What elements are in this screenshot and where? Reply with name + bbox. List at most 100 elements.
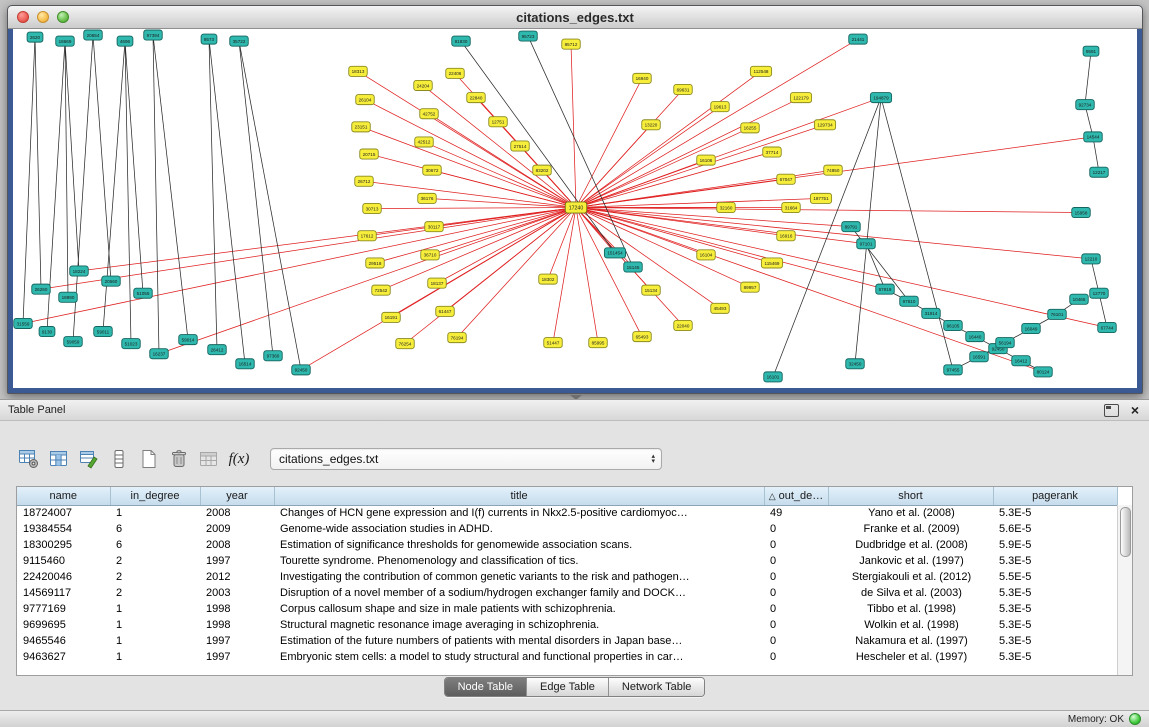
graph-edge[interactable] bbox=[576, 207, 1081, 212]
graph-node[interactable]: 92734 bbox=[1076, 100, 1095, 110]
graph-node[interactable]: 74850 bbox=[824, 165, 843, 175]
graph-node[interactable]: 12217 bbox=[1090, 167, 1109, 177]
graph-node[interactable]: 51055 bbox=[134, 288, 153, 298]
close-panel-icon[interactable]: × bbox=[1131, 403, 1139, 417]
graph-node[interactable]: 26412 bbox=[208, 345, 227, 355]
graph-node[interactable]: 16049 bbox=[1022, 323, 1041, 333]
cell-out_degree[interactable]: 0 bbox=[764, 537, 828, 553]
cell-pagerank[interactable]: 5.3E-5 bbox=[993, 553, 1117, 569]
graph-edge[interactable] bbox=[528, 36, 633, 267]
cell-year[interactable]: 1997 bbox=[200, 649, 274, 665]
cell-year[interactable]: 1997 bbox=[200, 633, 274, 649]
graph-edge[interactable] bbox=[239, 41, 301, 370]
graph-node[interactable]: 37714 bbox=[763, 147, 782, 157]
graph-node[interactable]: 22840 bbox=[467, 93, 486, 103]
graph-edge[interactable] bbox=[445, 207, 576, 311]
graph-node[interactable]: 9591 bbox=[1083, 46, 1099, 56]
graph-edge[interactable] bbox=[23, 37, 35, 323]
graph-node[interactable]: 16514 bbox=[236, 359, 255, 369]
graph-node[interactable]: 76101 bbox=[1048, 309, 1067, 319]
graph-node[interactable]: 97101 bbox=[857, 239, 876, 249]
graph-edge[interactable] bbox=[571, 44, 576, 207]
cell-pagerank[interactable]: 5.6E-5 bbox=[993, 521, 1117, 537]
graph-node[interactable]: 115469 bbox=[761, 258, 782, 268]
row-height-button[interactable] bbox=[104, 445, 134, 473]
scrollbar-thumb[interactable] bbox=[1120, 507, 1131, 557]
graph-node[interactable]: 81830 bbox=[452, 36, 471, 46]
graph-node[interactable]: 20654 bbox=[84, 30, 103, 40]
graph-node[interactable]: 18302 bbox=[539, 274, 558, 284]
cell-name[interactable]: 9115460 bbox=[17, 553, 110, 569]
graph-node[interactable]: 23151 bbox=[352, 122, 371, 132]
cell-out_degree[interactable]: 0 bbox=[764, 633, 828, 649]
graph-node[interactable]: 16916 bbox=[777, 231, 796, 241]
cell-pagerank[interactable]: 5.3E-5 bbox=[993, 505, 1117, 521]
graph-node[interactable]: 69631 bbox=[674, 84, 693, 94]
graph-node[interactable]: 65493 bbox=[633, 332, 652, 342]
graph-node[interactable]: 32450 bbox=[846, 359, 865, 369]
column-header-in-degree[interactable]: in_degree bbox=[110, 487, 200, 505]
cell-out_degree[interactable]: 0 bbox=[764, 569, 828, 585]
cell-in_degree[interactable]: 1 bbox=[110, 617, 200, 633]
graph-node[interactable]: 22040 bbox=[674, 320, 693, 330]
graph-node[interactable]: 18890 bbox=[59, 292, 78, 302]
cell-pagerank[interactable]: 5.3E-5 bbox=[993, 633, 1117, 649]
graph-node[interactable]: 15145 bbox=[624, 262, 643, 272]
graph-node[interactable]: 18669 bbox=[56, 36, 75, 46]
graph-node[interactable]: 16191 bbox=[382, 312, 401, 322]
column-header-pagerank[interactable]: pagerank bbox=[993, 487, 1117, 505]
graph-node[interactable]: 8573 bbox=[201, 34, 217, 44]
delete-table-button[interactable] bbox=[164, 445, 194, 473]
graph-node[interactable]: 32160 bbox=[717, 202, 736, 212]
cell-out_degree[interactable]: 0 bbox=[764, 585, 828, 601]
cell-short[interactable]: Stergiakouli et al. (2012) bbox=[828, 569, 993, 585]
graph-node[interactable]: 16255 bbox=[741, 123, 760, 133]
column-header-out-degree[interactable]: △out_de… bbox=[764, 487, 828, 505]
graph-node[interactable]: 12210 bbox=[1082, 254, 1101, 264]
graph-node[interactable]: 122179 bbox=[790, 93, 811, 103]
graph-node[interactable]: 31664 bbox=[782, 202, 801, 212]
graph-node[interactable]: 16591 bbox=[970, 352, 989, 362]
tab-network-table[interactable]: Network Table bbox=[608, 678, 705, 696]
graph-edge[interactable] bbox=[375, 207, 576, 262]
cell-short[interactable]: Hescheler et al. (1997) bbox=[828, 649, 993, 665]
graph-node[interactable]: 85712 bbox=[562, 39, 581, 49]
graph-edge[interactable] bbox=[41, 207, 576, 289]
cell-in_degree[interactable]: 2 bbox=[110, 569, 200, 585]
cell-year[interactable]: 1997 bbox=[200, 553, 274, 569]
cell-title[interactable]: Disruption of a novel member of a sodium… bbox=[274, 585, 764, 601]
graph-node[interactable]: 97394 bbox=[144, 30, 163, 40]
cell-name[interactable]: 18300295 bbox=[17, 537, 110, 553]
graph-node[interactable]: 27514 bbox=[511, 141, 530, 151]
cell-pagerank[interactable]: 5.3E-5 bbox=[993, 649, 1117, 665]
graph-node[interactable]: 151454 bbox=[604, 248, 625, 258]
table-row[interactable]: 946554611997Estimation of the future num… bbox=[17, 633, 1117, 649]
cell-pagerank[interactable]: 5.3E-5 bbox=[993, 585, 1117, 601]
graph-node[interactable]: 30713 bbox=[363, 203, 382, 213]
graph-node[interactable]: 187751 bbox=[810, 193, 831, 203]
graph-node[interactable]: 19613 bbox=[711, 102, 730, 112]
graph-node[interactable]: 16237 bbox=[150, 349, 169, 359]
cell-name[interactable]: 14569117 bbox=[17, 585, 110, 601]
graph-edge[interactable] bbox=[239, 41, 273, 356]
graph-node[interactable]: 35722 bbox=[230, 36, 249, 46]
edit-table-button[interactable] bbox=[74, 445, 104, 473]
graph-node[interactable]: 16104 bbox=[697, 250, 716, 260]
graph-node[interactable]: 97610 bbox=[900, 296, 919, 306]
cell-year[interactable]: 2008 bbox=[200, 537, 274, 553]
graph-node[interactable]: 26260 bbox=[32, 284, 51, 294]
graph-node[interactable]: 30117 bbox=[425, 222, 444, 232]
cell-title[interactable]: Estimation of significance thresholds fo… bbox=[274, 537, 764, 553]
graph-node[interactable]: 29518 bbox=[366, 258, 385, 268]
graph-node[interactable]: 21441 bbox=[849, 34, 868, 44]
graph-node[interactable]: 92450 bbox=[292, 365, 311, 375]
graph-node[interactable]: 67047 bbox=[777, 174, 796, 184]
graph-node[interactable]: 14544 bbox=[1084, 132, 1103, 142]
graph-node[interactable]: 15958 bbox=[1072, 207, 1091, 217]
column-header-short[interactable]: short bbox=[828, 487, 993, 505]
cell-pagerank[interactable]: 5.5E-5 bbox=[993, 569, 1117, 585]
cell-name[interactable]: 9699695 bbox=[17, 617, 110, 633]
column-header-year[interactable]: year bbox=[200, 487, 274, 505]
graph-node[interactable]: 30672 bbox=[423, 165, 442, 175]
new-table-button[interactable] bbox=[134, 445, 164, 473]
